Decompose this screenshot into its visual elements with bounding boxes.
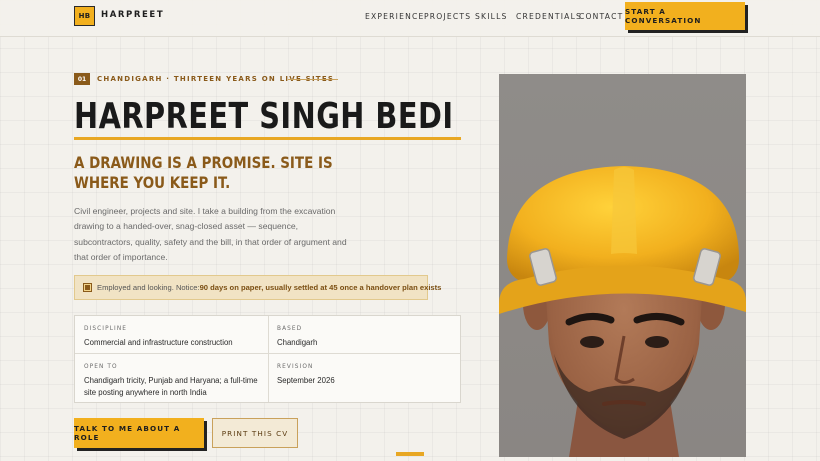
nav-projects[interactable]: PROJECTS [424,12,471,21]
nav-credentials[interactable]: CREDENTIALS [516,12,582,21]
scroll-indicator [396,452,424,456]
eyebrow-divider [288,79,338,80]
tagline: A DRAWING IS A PROMISE. SITE IS WHERE YO… [74,153,333,192]
facts-column-divider [268,316,269,402]
facts-table: DISCIPLINE Commercial and infrastructure… [74,315,461,403]
fact-label-discipline: DISCIPLINE [84,326,128,332]
fact-label-revision: REVISION [277,364,314,370]
facts-row-divider [75,353,460,354]
fact-value-open-to: Chandigarh tricity, Punjab and Haryana; … [84,376,258,397]
page-title: HARPREET SINGH BEDI [74,96,454,137]
title-underline [74,137,461,140]
start-conversation-button[interactable]: START A CONVERSATION [625,2,745,30]
status-square-icon [83,283,92,292]
nav-experience[interactable]: EXPERIENCE [365,12,424,21]
availability-notice: Employed and looking. Notice: 90 days on… [74,275,441,300]
intro-paragraph: Civil engineer, projects and site. I tak… [74,206,347,262]
fact-value-revision: September 2026 [277,376,335,385]
portrait-photo [499,74,746,457]
fact-label-based: BASED [277,326,303,332]
notice-period: 90 days on paper, usually settled at 45 … [199,283,442,292]
fact-value-discipline: Commercial and infrastructure constructi… [84,338,233,347]
print-cv-button[interactable]: PRINT THIS CV [212,418,298,448]
logo-mark[interactable]: HB [74,6,95,26]
section-number-badge: 01 [74,73,90,85]
fact-value-based: Chandigarh [277,338,318,347]
portrait-illustration [499,74,746,457]
fact-label-open-to: OPEN TO [84,364,118,370]
nav-contact[interactable]: CONTACT [579,12,623,21]
notice-prefix: Employed and looking. Notice: [97,283,200,292]
talk-about-role-button[interactable]: TALK TO ME ABOUT A ROLE [74,418,204,448]
logo-wordmark[interactable]: HARPREET [101,10,164,20]
site-header: HB HARPREET EXPERIENCE PROJECTS SKILLS C… [0,0,820,37]
nav-skills[interactable]: SKILLS [475,12,508,21]
